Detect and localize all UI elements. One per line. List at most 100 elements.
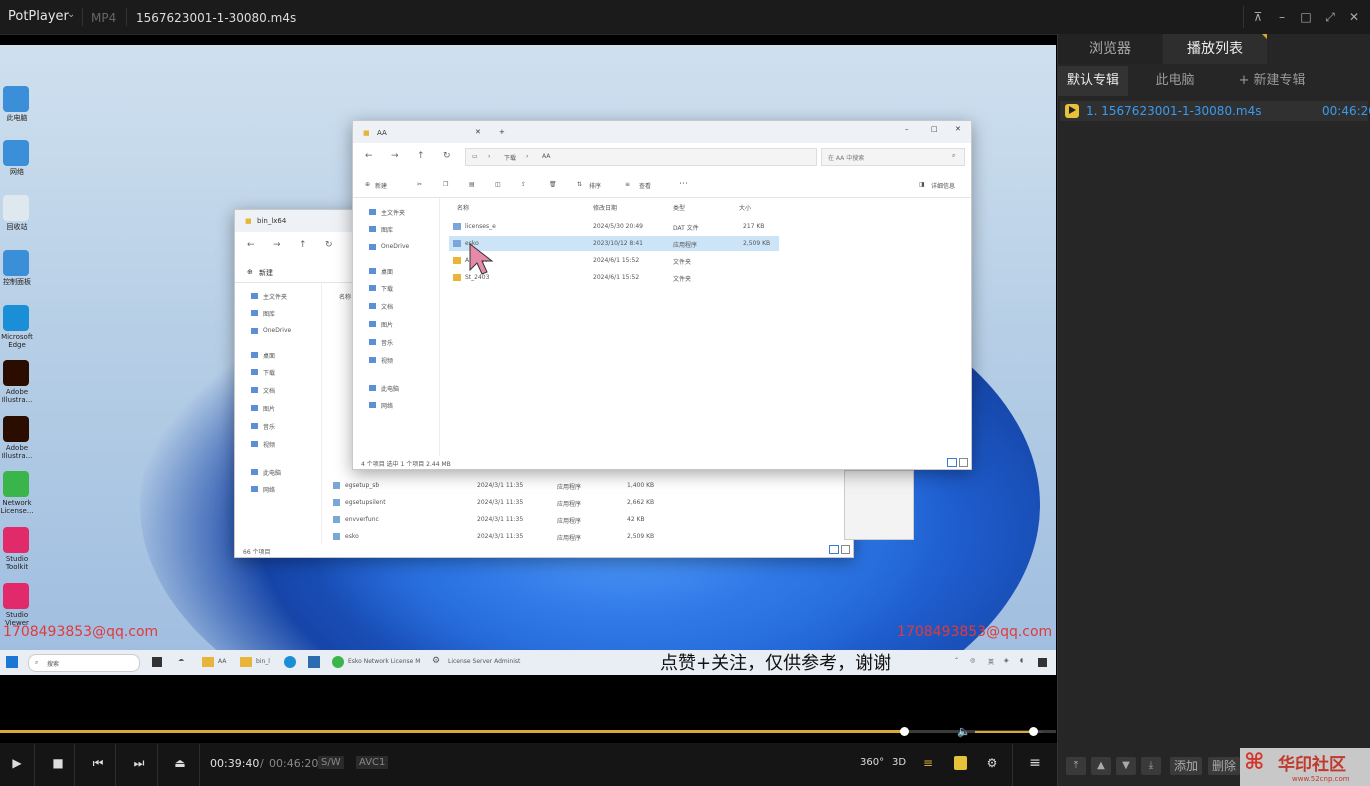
move-down-icon[interactable]: ▼	[1116, 757, 1136, 775]
windows-start-icon[interactable]	[6, 656, 18, 668]
forward-arrow-icon[interactable]: →	[391, 151, 399, 161]
address-bar[interactable]: ▭ › 下载 › AA	[465, 148, 817, 166]
taskbar-item-bin[interactable]: bin_l	[256, 658, 270, 665]
file-row[interactable]: esko 2024/3/1 11:35 应用程序 2,509 KB	[331, 529, 661, 544]
nav-item[interactable]: OneDrive	[381, 243, 409, 250]
explorer-window-front[interactable]: ■ AA ✕ + – □ ✕ ← → ↑ ↻ ▭ › 下载 › AA 在 AA …	[352, 120, 972, 470]
details-button[interactable]: 详细信息	[931, 181, 955, 190]
delete-button[interactable]: 删除	[1208, 757, 1240, 775]
view-button[interactable]: 查看	[639, 181, 651, 190]
nav-item[interactable]: 此电脑	[263, 468, 281, 477]
tab-label[interactable]: AA	[377, 129, 387, 137]
pin-icon[interactable]: ⊼	[1249, 8, 1267, 26]
edge-icon[interactable]	[284, 656, 296, 668]
details-pane-icon[interactable]: ◨	[919, 181, 925, 188]
subtab-default-album[interactable]: 默认专辑	[1058, 66, 1128, 96]
fullscreen-icon[interactable]: ⤢	[1321, 8, 1339, 26]
more-icon[interactable]: ⋯	[679, 179, 688, 189]
nav-item[interactable]: OneDrive	[263, 327, 291, 334]
desktop-app-icon[interactable]	[3, 195, 29, 221]
maximize-icon[interactable]: □	[931, 125, 938, 133]
maximize-button[interactable]: □	[1297, 8, 1315, 26]
tab-playlist[interactable]: 播放列表	[1163, 34, 1267, 64]
sort-icon[interactable]: ⇅	[577, 181, 582, 188]
nav-item[interactable]: 图库	[381, 225, 393, 234]
search-input[interactable]: 在 AA 中搜索 ⌕	[821, 148, 965, 166]
back-arrow-icon[interactable]: ←	[247, 240, 255, 250]
previous-icon[interactable]: ⏮	[90, 755, 106, 771]
decoder-badge[interactable]: S/W	[318, 756, 344, 769]
taskbar-item-license[interactable]: License Server Administ	[448, 658, 520, 665]
file-row[interactable]: Ai 20242024/6/1 15:52文件夹	[449, 253, 779, 268]
nav-item[interactable]: 此电脑	[381, 384, 399, 393]
nav-item[interactable]: 文档	[381, 302, 393, 311]
cut-icon[interactable]: ✂	[417, 181, 422, 188]
nav-item[interactable]: 下载	[381, 284, 393, 293]
file-row[interactable]: egsetup_sb 2024/3/1 11:35 应用程序 1,400 KB	[331, 478, 661, 493]
wifi-icon[interactable]: ◈	[1004, 657, 1009, 664]
delete-icon[interactable]: 🗑	[549, 181, 557, 188]
col-type[interactable]: 类型	[673, 203, 685, 212]
nav-item[interactable]: 桌面	[381, 267, 393, 276]
close-tab-icon[interactable]: ✕	[475, 128, 481, 136]
tab-label[interactable]: bin_lx64	[257, 217, 286, 225]
file-row[interactable]: St_2403 2024/6/1 15:52 文件夹	[449, 270, 779, 285]
nav-item[interactable]: 主文件夹	[263, 292, 287, 301]
new-button[interactable]: 新建	[259, 268, 273, 278]
store-icon[interactable]	[308, 656, 320, 668]
volume-tray-icon[interactable]: ◖	[1020, 657, 1023, 664]
paste-icon[interactable]: ▤	[469, 181, 475, 188]
playlist-search-icon[interactable]: ≡	[920, 755, 936, 771]
minimize-button[interactable]: –	[1273, 8, 1291, 26]
next-icon[interactable]: ⏭	[131, 755, 147, 771]
nav-item[interactable]: 音乐	[381, 338, 393, 347]
move-top-icon[interactable]: ⤒	[1066, 757, 1086, 775]
new-button-icon[interactable]: ⊕	[365, 181, 370, 188]
taskbar-search[interactable]: ⌕ 搜索	[28, 654, 140, 672]
desktop-app-icon[interactable]	[3, 140, 29, 166]
copy-icon[interactable]: ❐	[443, 181, 448, 188]
details-view-icon[interactable]	[947, 458, 957, 467]
close-icon[interactable]: ✕	[955, 125, 961, 133]
settings-gear-icon[interactable]: ⚙	[984, 755, 1000, 771]
desktop-app-icon[interactable]	[3, 360, 29, 386]
seek-handle[interactable]	[899, 727, 909, 736]
nav-item[interactable]: 文档	[263, 386, 275, 395]
eject-icon[interactable]: ⏏	[172, 755, 188, 771]
file-row[interactable]: egsetupsilent 2024/3/1 11:35 应用程序 2,662 KB	[331, 495, 661, 510]
refresh-icon[interactable]: ↻	[443, 151, 451, 161]
stop-icon[interactable]: ■	[50, 755, 66, 771]
column-name[interactable]: 名称	[339, 292, 351, 301]
desktop-app-icon[interactable]	[3, 305, 29, 331]
license-admin-icon[interactable]: ⚙	[432, 656, 440, 666]
desktop-app-icon[interactable]	[3, 250, 29, 276]
file-row[interactable]: esko 2023/10/12 8:41 应用程序 2,509 KB	[449, 236, 779, 251]
nav-item[interactable]: 下载	[263, 368, 275, 377]
share-icon[interactable]: ⇪	[521, 181, 526, 188]
chevron-down-icon[interactable]: ⌄	[67, 9, 75, 20]
col-size[interactable]: 大小	[739, 203, 751, 212]
nav-item[interactable]: 网络	[263, 485, 275, 494]
chevron-up-icon[interactable]: ⌃	[954, 657, 959, 664]
nav-item[interactable]: 桌面	[263, 351, 275, 360]
tab-browser[interactable]: 浏览器	[1058, 34, 1162, 64]
360-icon[interactable]: 360°	[860, 755, 884, 771]
app-menu-button[interactable]: PotPlayer	[8, 9, 69, 24]
subtab-this-pc[interactable]: 此电脑	[1130, 66, 1220, 96]
taskbar-item-aa[interactable]: AA	[218, 658, 226, 665]
breadcrumb-downloads[interactable]: 下载	[504, 153, 516, 162]
breadcrumb-aa[interactable]: AA	[542, 153, 550, 160]
add-button[interactable]: 添加	[1170, 757, 1202, 775]
move-bottom-icon[interactable]: ⤓	[1141, 757, 1161, 775]
close-button[interactable]: ✕	[1345, 8, 1363, 26]
new-button[interactable]: 新建	[375, 181, 387, 190]
nav-item[interactable]: 图片	[381, 320, 393, 329]
rename-icon[interactable]: ◫	[495, 181, 501, 188]
task-view-icon[interactable]	[152, 657, 162, 667]
desktop-app-icon[interactable]	[3, 416, 29, 442]
minimize-icon[interactable]: –	[905, 125, 909, 133]
new-button-icon[interactable]: ⊕	[247, 268, 253, 276]
new-tab-icon[interactable]: +	[499, 128, 505, 136]
desktop-app-icon[interactable]	[3, 583, 29, 609]
notification-icon[interactable]	[1038, 658, 1047, 667]
